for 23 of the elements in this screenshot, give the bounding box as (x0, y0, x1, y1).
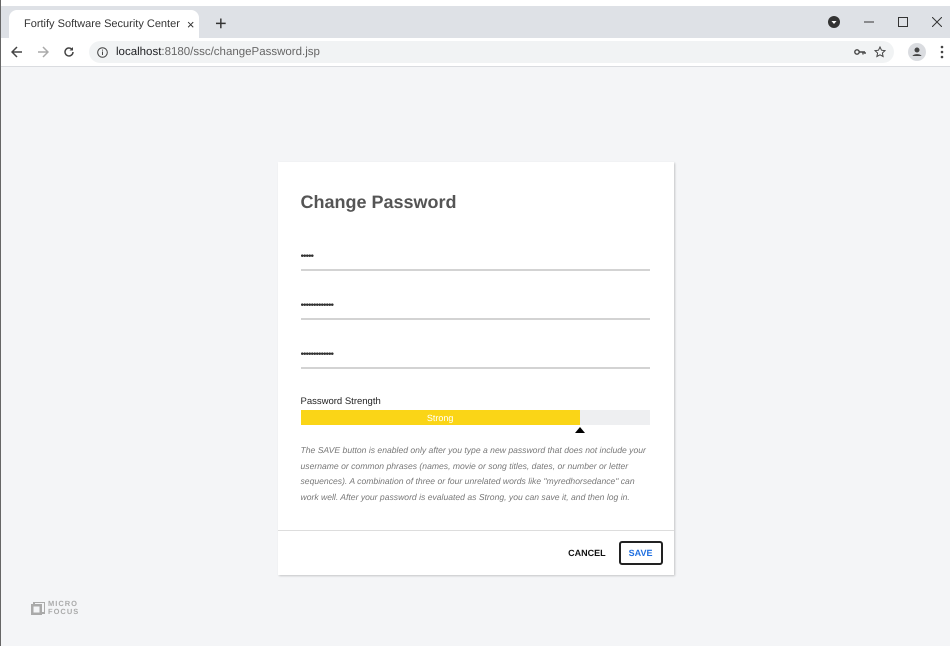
tab-title: Fortify Software Security Center (24, 18, 180, 30)
new-tab-button[interactable]: + (215, 14, 227, 34)
save-button[interactable]: SAVE (618, 541, 662, 565)
strength-label: Password Strength (300, 396, 382, 407)
reload-icon[interactable] (63, 46, 75, 58)
maximize-icon[interactable] (898, 17, 908, 27)
dialog-title: Change Password (300, 192, 458, 213)
browser-tab[interactable]: Fortify Software Security Center × (9, 10, 199, 38)
pointer-icon (574, 427, 585, 433)
menu-icon[interactable] (940, 45, 944, 59)
address-bar[interactable]: localhost:8180/ssc/changePassword.jsp (89, 41, 894, 63)
profile-dropdown-icon[interactable] (828, 16, 840, 28)
avatar-icon[interactable] (908, 43, 926, 61)
tab-close-button[interactable]: × (186, 16, 194, 32)
close-icon[interactable] (932, 17, 942, 27)
back-arrow-icon[interactable] (11, 46, 23, 58)
logo-icon (31, 602, 45, 614)
star-icon[interactable] (874, 46, 886, 58)
strength-reading: Strong (426, 412, 454, 422)
info-icon (97, 46, 108, 58)
url-text: localhost:8180/ssc/changePassword.jsp (116, 46, 321, 58)
help-text: The SAVE button is enabled only after you type a new password that does not include your username or common phrases (names, movie or song titles, dates, or number or letter sequences). A combination of three or four unrelated words like "myredhorsedance" can work well. After your password is evaluated as Strong, you can save it, and then log in. (300, 444, 648, 504)
key-icon[interactable] (854, 48, 866, 56)
